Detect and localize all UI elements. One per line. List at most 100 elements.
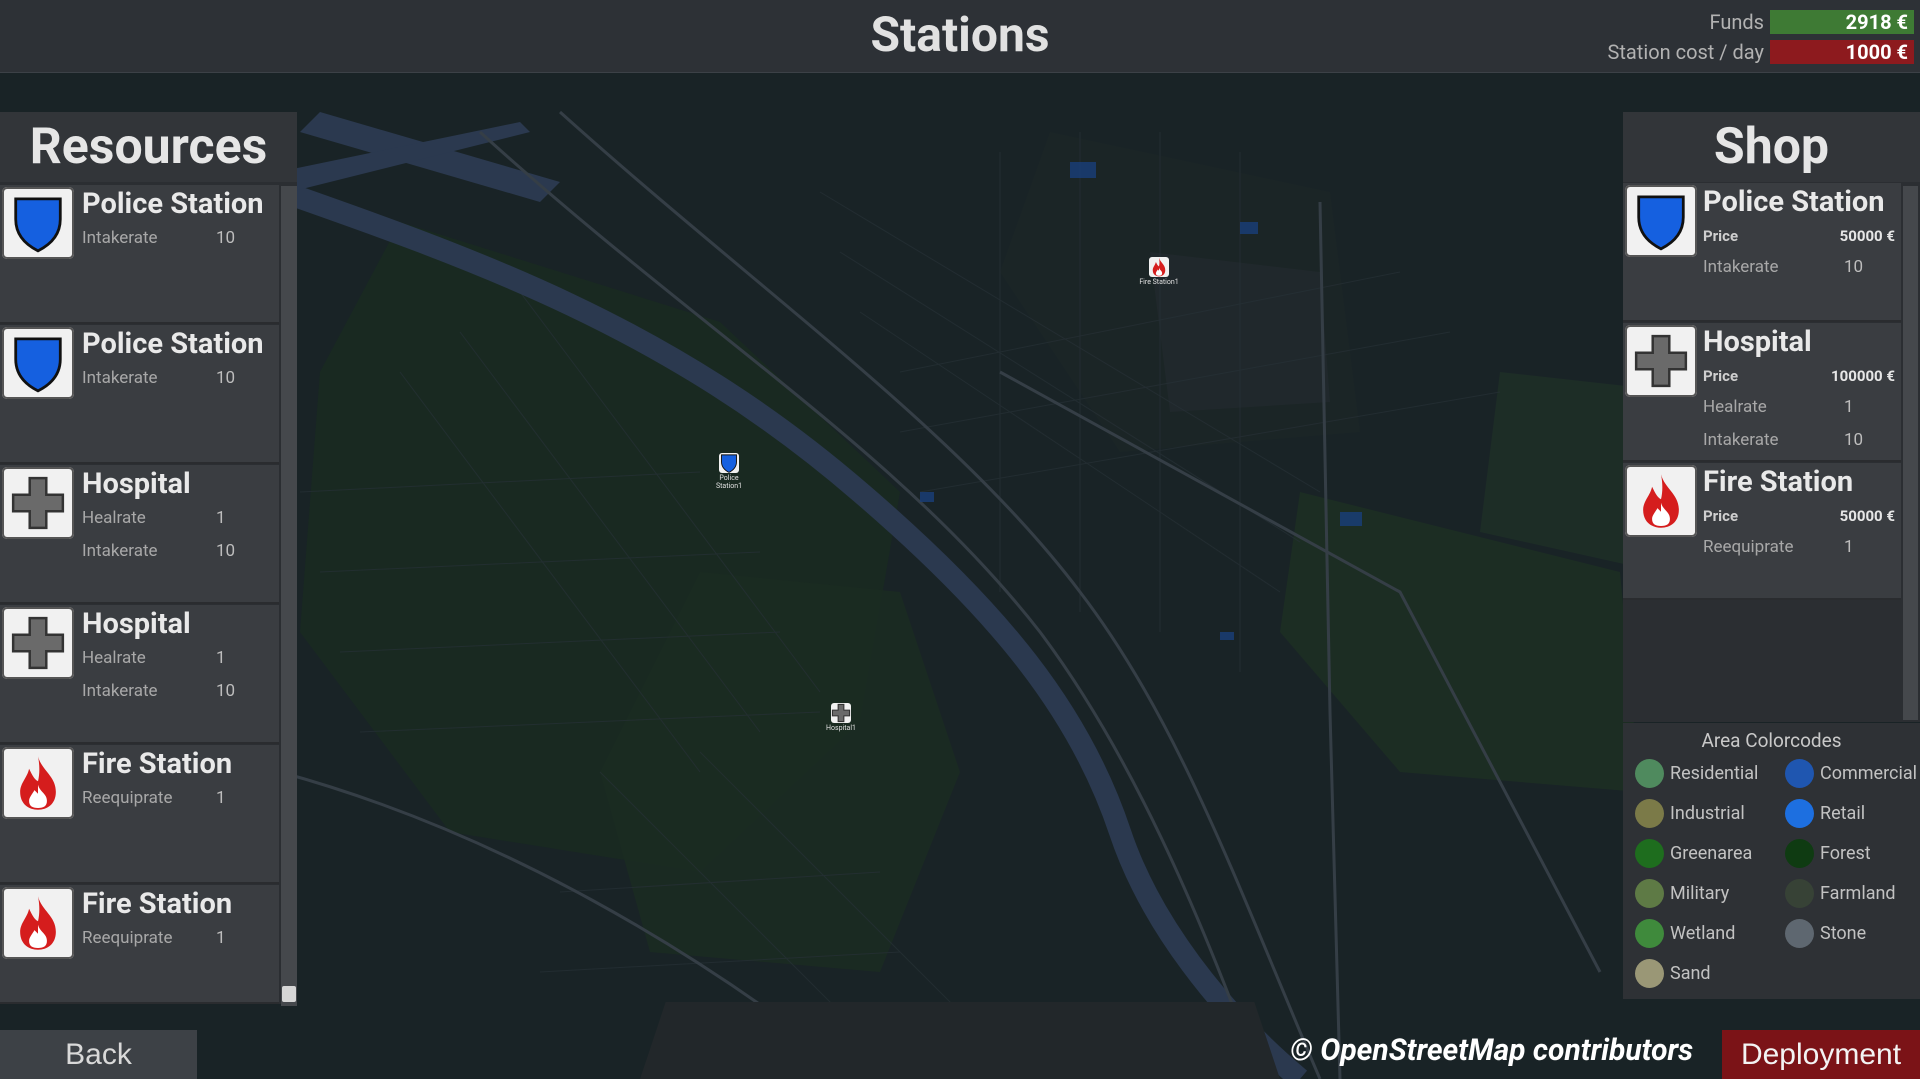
price-label: Price: [1703, 367, 1739, 385]
resource-card-hospital[interactable]: Hospital Healrate 1 Intakerate 10: [0, 465, 279, 604]
color-swatch: [1785, 879, 1814, 908]
attr-value: 1: [1844, 537, 1854, 557]
resource-name: Hospital: [82, 607, 191, 641]
attr-label: Reequiprate: [1703, 537, 1794, 557]
color-swatch: [1635, 839, 1664, 868]
osm-attribution: © OpenStreetMap contributors: [1290, 1033, 1694, 1068]
legend-item-industrial: Industrial: [1635, 799, 1745, 828]
color-swatch: [1785, 759, 1814, 788]
police-shield-icon: [1625, 185, 1697, 257]
resource-name: Police Station: [82, 187, 264, 221]
hospital-cross-icon: [1625, 325, 1697, 397]
deployment-button[interactable]: Deployment: [1722, 1030, 1920, 1079]
funds-value: 2918 €: [1770, 10, 1914, 34]
attr-label: Intakerate: [1703, 430, 1779, 450]
resource-name: Hospital: [82, 467, 191, 501]
price-value: 50000 €: [1839, 507, 1895, 525]
shop-item-name: Fire Station: [1703, 465, 1854, 499]
attr-value: 10: [1844, 430, 1864, 450]
attr-value: 10: [1844, 257, 1864, 277]
shop-item-hospital[interactable]: Hospital Price 100000 € Healrate 1 Intak…: [1623, 323, 1901, 462]
resource-card-police-station[interactable]: Police Station Intakerate 10: [0, 185, 279, 324]
legend-item-greenarea: Greenarea: [1635, 839, 1752, 868]
fire-flame-icon: [2, 747, 74, 819]
attr-value: 1: [216, 788, 226, 808]
header-bar: Stations Funds 2918 € Station cost / day…: [0, 0, 1920, 73]
hospital-cross-icon: [831, 703, 851, 723]
legend-item-residential: Residential: [1635, 759, 1758, 788]
attr-label: Healrate: [1703, 397, 1767, 417]
price-label: Price: [1703, 227, 1739, 245]
color-swatch: [1635, 959, 1664, 988]
resource-name: Police Station: [82, 327, 264, 361]
legend-item-farmland: Farmland: [1785, 879, 1896, 908]
map-marker-fire-station[interactable]: Fire Station1: [1139, 257, 1179, 286]
legend-item-forest: Forest: [1785, 839, 1871, 868]
price-label: Price: [1703, 507, 1739, 525]
resource-card-hospital[interactable]: Hospital Healrate 1 Intakerate 10: [0, 605, 279, 744]
attr-value: 1: [216, 648, 226, 668]
attr-label: Intakerate: [82, 228, 158, 248]
map-marker-label: Hospital1: [826, 724, 856, 732]
police-shield-icon: [2, 327, 74, 399]
color-swatch: [1635, 759, 1664, 788]
shop-item-fire-station[interactable]: Fire Station Price 50000 € Reequiprate 1: [1623, 463, 1901, 600]
legend-item-sand: Sand: [1635, 959, 1711, 988]
attr-value: 10: [216, 368, 236, 388]
station-cost-label: Station cost / day: [1607, 40, 1764, 64]
map-marker-label: Fire Station1: [1139, 278, 1179, 286]
attr-value: 10: [216, 228, 236, 248]
legend-item-military: Military: [1635, 879, 1729, 908]
hospital-cross-icon: [2, 467, 74, 539]
attr-label: Intakerate: [82, 681, 158, 701]
attr-value: 10: [216, 681, 236, 701]
legend-item-stone: Stone: [1785, 919, 1866, 948]
color-swatch: [1635, 919, 1664, 948]
fire-flame-icon: [1149, 257, 1169, 277]
attr-label: Reequiprate: [82, 928, 173, 948]
map-marker-label: Police Station1: [715, 474, 743, 490]
legend-item-wetland: Wetland: [1635, 919, 1735, 948]
funds-display: Funds 2918 €: [1709, 9, 1914, 35]
fire-flame-icon: [1625, 465, 1697, 537]
resources-scrollbar-thumb[interactable]: [282, 986, 296, 1002]
attr-value: 1: [216, 928, 226, 948]
price-value: 50000 €: [1839, 227, 1895, 245]
attr-value: 1: [1844, 397, 1854, 417]
map-marker-hospital[interactable]: Hospital1: [821, 703, 861, 732]
hospital-cross-icon: [2, 607, 74, 679]
legend-title: Area Colorcodes: [1701, 729, 1842, 752]
shop-scrollbar[interactable]: [1903, 186, 1918, 720]
station-cost-value: 1000 €: [1770, 40, 1914, 64]
shop-title: Shop: [1623, 112, 1920, 182]
resource-card-fire-station[interactable]: Fire Station Reequiprate 1: [0, 745, 279, 884]
resource-card-fire-station[interactable]: Fire Station Reequiprate 1: [0, 885, 279, 1004]
map-marker-police-station[interactable]: Police Station1: [709, 453, 749, 490]
attr-value: 10: [216, 541, 236, 561]
color-swatch: [1635, 799, 1664, 828]
funds-label: Funds: [1709, 10, 1764, 34]
back-button[interactable]: Back: [0, 1030, 197, 1079]
resources-scrollbar[interactable]: [281, 186, 297, 1006]
attr-label: Reequiprate: [82, 788, 173, 808]
shop-item-police-station[interactable]: Police Station Price 50000 € Intakerate …: [1623, 183, 1901, 322]
color-swatch: [1785, 919, 1814, 948]
resource-card-police-station[interactable]: Police Station Intakerate 10: [0, 325, 279, 464]
legend-item-retail: Retail: [1785, 799, 1865, 828]
police-shield-icon: [2, 187, 74, 259]
resource-name: Fire Station: [82, 887, 233, 921]
station-cost-display: Station cost / day 1000 €: [1607, 39, 1914, 65]
attr-label: Healrate: [82, 508, 146, 528]
price-value: 100000 €: [1831, 367, 1895, 385]
attr-label: Intakerate: [82, 368, 158, 388]
attr-value: 1: [216, 508, 226, 528]
shop-item-name: Hospital: [1703, 325, 1812, 359]
police-shield-icon: [719, 453, 739, 473]
color-swatch: [1785, 839, 1814, 868]
attr-label: Healrate: [82, 648, 146, 668]
bottom-tab-bar: [640, 1002, 1280, 1079]
fire-flame-icon: [2, 887, 74, 959]
shop-item-name: Police Station: [1703, 185, 1885, 219]
attr-label: Intakerate: [1703, 257, 1779, 277]
color-swatch: [1635, 879, 1664, 908]
